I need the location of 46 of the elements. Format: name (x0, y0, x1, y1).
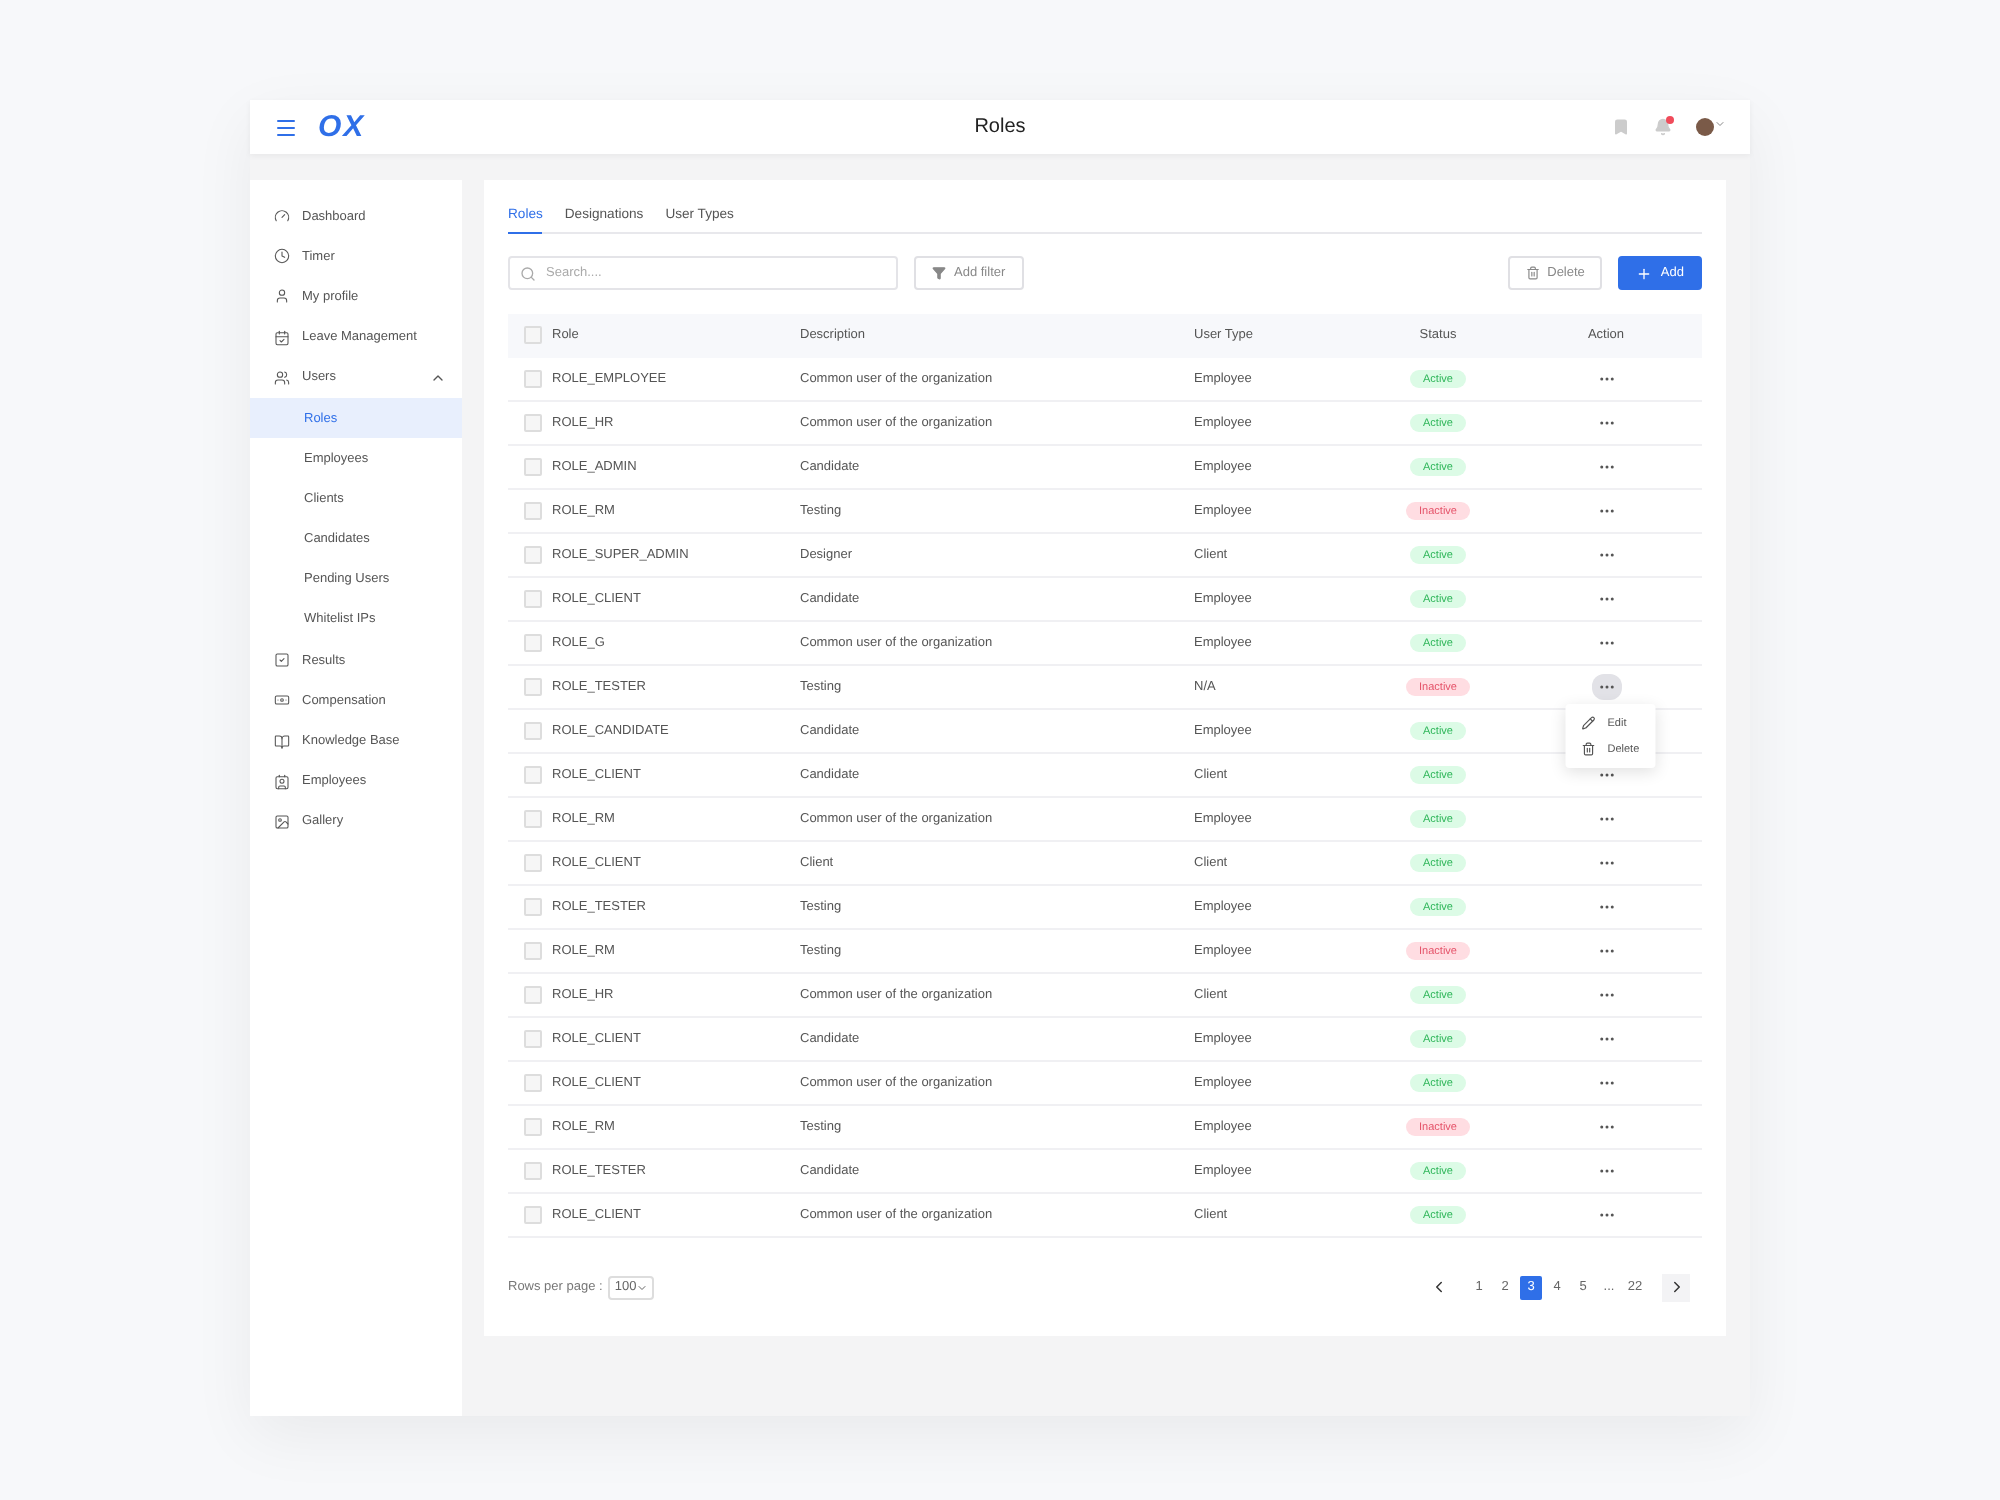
checkbox[interactable] (524, 458, 542, 476)
checkbox[interactable] (524, 986, 542, 1004)
checkbox[interactable] (524, 1030, 542, 1048)
checkbox[interactable] (524, 810, 542, 828)
checkbox[interactable] (524, 414, 542, 432)
checkbox[interactable] (524, 678, 542, 696)
trash-icon (1525, 266, 1540, 280)
bell-icon[interactable] (1654, 118, 1672, 136)
checkbox[interactable] (524, 1162, 542, 1180)
calendar-icon (274, 329, 290, 346)
next-page-button[interactable] (1662, 1273, 1690, 1301)
banknote-icon (274, 692, 290, 709)
page-title: Roles (974, 116, 1026, 138)
more-button[interactable] (1591, 674, 1621, 700)
plus-icon (1636, 265, 1653, 281)
checkbox[interactable] (524, 766, 542, 784)
checkbox[interactable] (524, 898, 542, 916)
checkbox[interactable] (524, 546, 542, 564)
avatar[interactable] (1696, 118, 1726, 136)
search-icon (520, 265, 536, 281)
book-icon (274, 733, 290, 750)
checkbox[interactable] (524, 942, 542, 960)
checkbox[interactable] (524, 1206, 542, 1224)
checkbox[interactable] (524, 590, 542, 608)
pencil-icon (1581, 716, 1596, 730)
clock-icon (274, 248, 290, 265)
chevron-down-icon (636, 1281, 649, 1293)
image-icon (274, 813, 290, 830)
gauge-icon (274, 208, 290, 225)
filter-icon (932, 266, 946, 280)
trash-icon (1581, 742, 1596, 756)
checkbox[interactable] (524, 326, 542, 344)
logo[interactable]: OX (318, 110, 366, 144)
checkbox[interactable] (524, 370, 542, 388)
bookmark-icon[interactable] (1612, 118, 1630, 136)
checkbox[interactable] (524, 1118, 542, 1136)
checkbox[interactable] (524, 854, 542, 872)
checklist-icon (274, 652, 290, 669)
user-icon (274, 288, 290, 305)
checkbox[interactable] (524, 502, 542, 520)
checkbox[interactable] (524, 634, 542, 652)
users-icon (274, 369, 290, 386)
menu-icon[interactable] (274, 115, 298, 139)
checkbox[interactable] (524, 722, 542, 740)
checkbox[interactable] (524, 1074, 542, 1092)
contacts-icon (274, 773, 290, 790)
